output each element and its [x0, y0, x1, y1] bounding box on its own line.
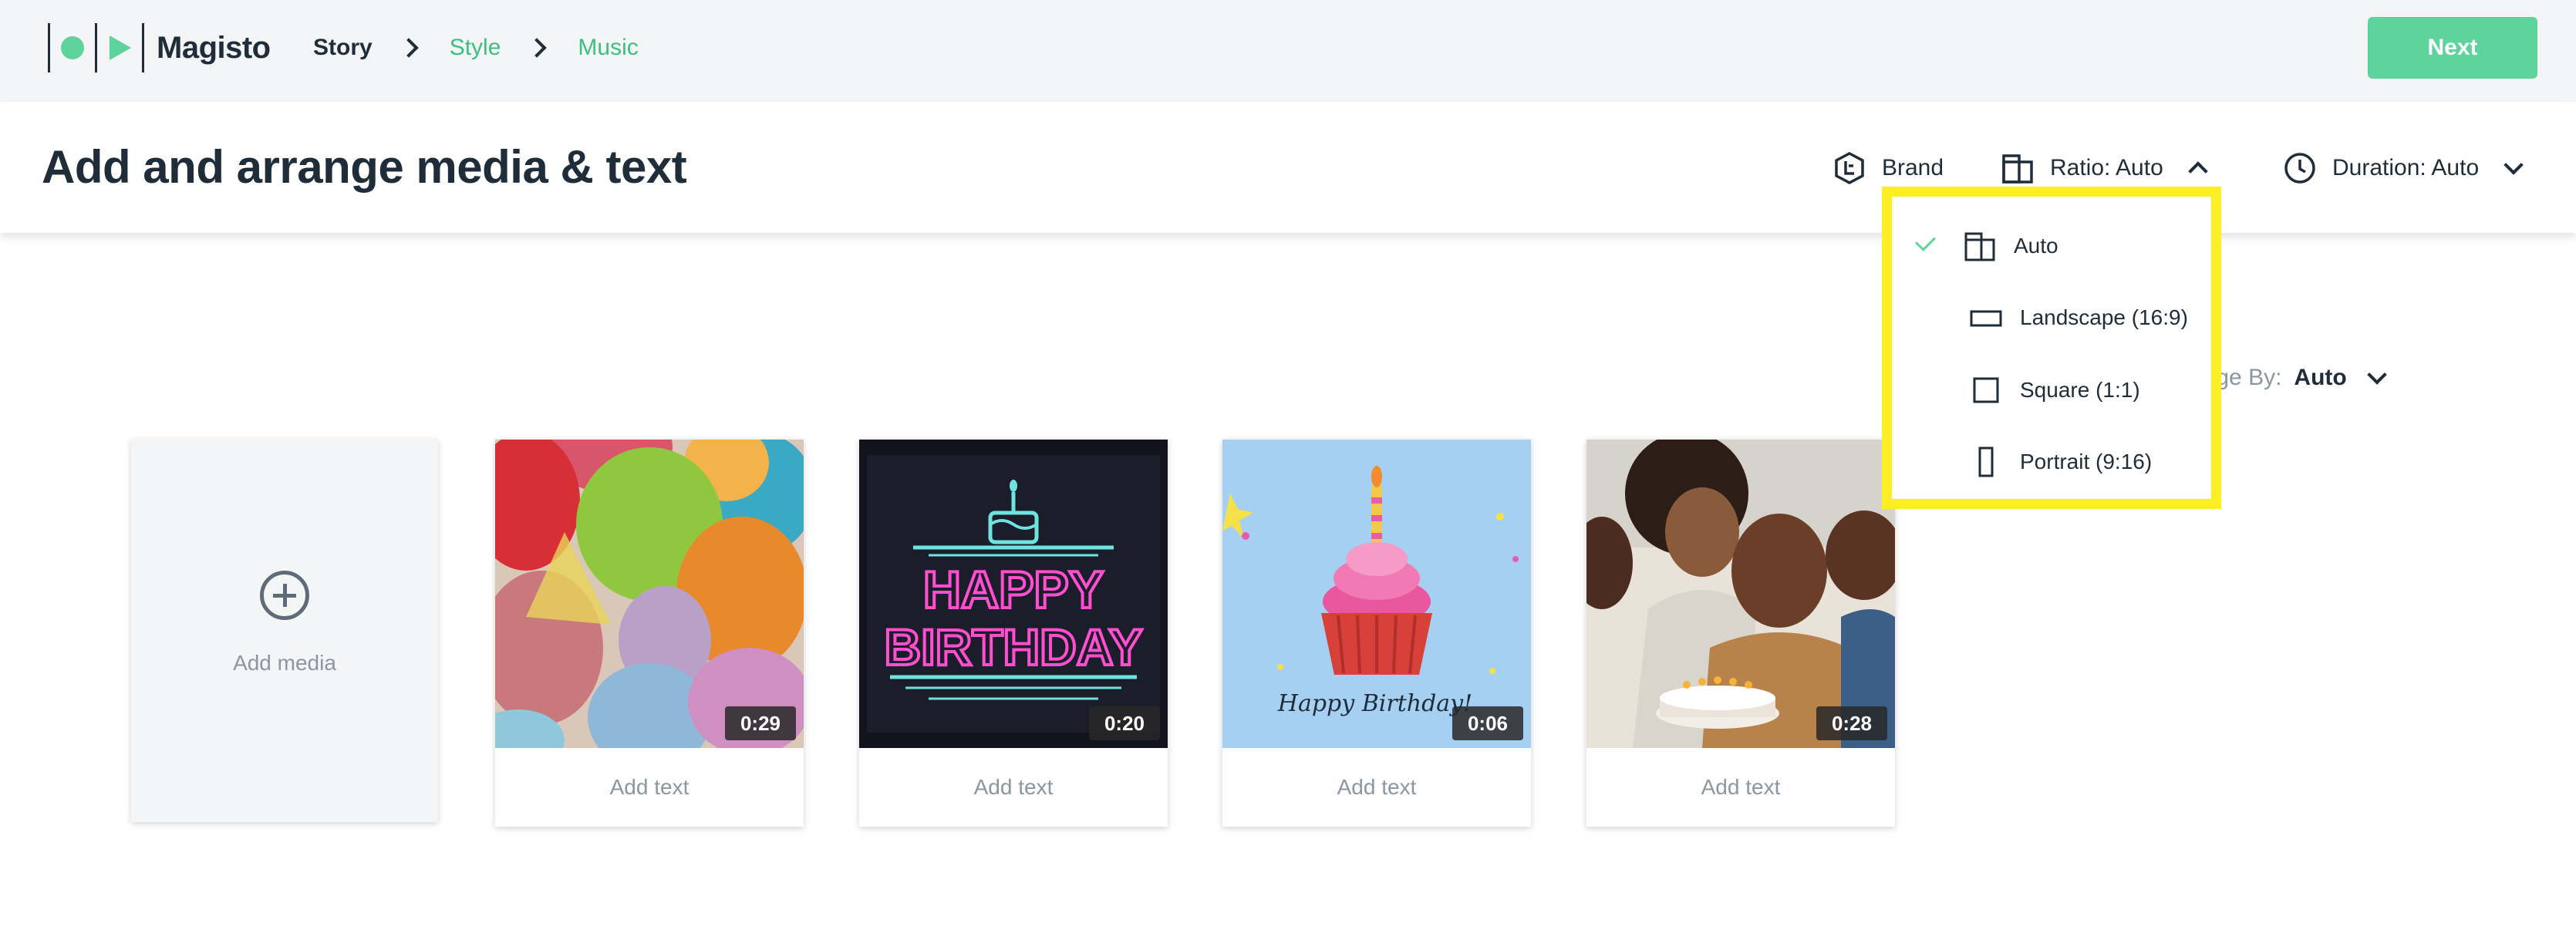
ratio-dropdown[interactable]: Ratio: Auto: [2001, 145, 2208, 191]
logo-bar: [95, 23, 97, 72]
magisto-logo[interactable]: Magisto: [48, 23, 271, 72]
auto-ratio-icon: [1963, 229, 1997, 263]
landscape-icon: [1969, 301, 2003, 335]
add-text-button[interactable]: Add text: [1586, 748, 1895, 827]
next-button[interactable]: Next: [2368, 17, 2537, 79]
ratio-option-landscape[interactable]: Landscape (16:9): [1892, 295, 2211, 341]
arrange-by-value: Auto: [2294, 365, 2347, 390]
media-card[interactable]: Happy Birthday! 0:06 Add text: [1222, 440, 1531, 827]
brand-label: Brand: [1882, 155, 1944, 180]
add-text-button[interactable]: Add text: [495, 748, 804, 827]
neon-sign-line-1: HAPPY: [923, 561, 1104, 619]
chevron-right-icon: [527, 38, 548, 58]
logo-play-icon: [110, 35, 131, 60]
logo-bar: [142, 23, 144, 72]
chevron-right-icon: [398, 38, 419, 58]
chevron-down-icon: [2504, 155, 2524, 175]
duration-dropdown[interactable]: Duration: Auto: [2283, 145, 2524, 191]
chevron-down-icon: [2367, 365, 2387, 385]
family-image: [1586, 440, 1895, 748]
top-bar: Magisto Story Style Music Next: [0, 0, 2576, 102]
media-card[interactable]: 0:29 Add text: [495, 440, 804, 827]
portrait-icon: [1969, 445, 2003, 479]
logo-wordmark: Magisto: [157, 30, 271, 65]
media-card[interactable]: 0:28 Add text: [1586, 440, 1895, 827]
square-icon: [1969, 373, 2003, 407]
media-thumbnail-neon[interactable]: HAPPY BIRTHDAY 0:20: [859, 440, 1168, 748]
brand-icon: [1835, 152, 1864, 184]
add-circle-icon: [260, 571, 309, 620]
clock-icon: [2284, 153, 2315, 184]
duration-badge: 0:20: [1088, 706, 1160, 740]
chevron-up-icon: [2188, 161, 2208, 181]
media-card[interactable]: HAPPY BIRTHDAY 0:20 Add text: [859, 440, 1168, 827]
logo-dot-icon: [61, 36, 84, 59]
duration-badge: 0:28: [1816, 706, 1887, 740]
balloons-image: [495, 440, 804, 748]
ratio-option-label: Square (1:1): [2020, 378, 2140, 402]
breadcrumb: Story Style Music: [313, 31, 639, 65]
duration-badge: 0:29: [724, 706, 796, 740]
duration-label: Duration: Auto: [2332, 155, 2480, 180]
ratio-label: Ratio: Auto: [2050, 155, 2163, 180]
ratio-option-auto[interactable]: Auto: [1892, 223, 2211, 269]
ratio-option-portrait[interactable]: Portrait (9:16): [1892, 439, 2211, 485]
ratio-option-square[interactable]: Square (1:1): [1892, 367, 2211, 413]
media-thumbnail-cupcake[interactable]: Happy Birthday! 0:06: [1222, 440, 1531, 748]
ratio-option-label: Landscape (16:9): [2020, 305, 2188, 329]
ratio-dropdown-menu: Auto Landscape (16:9) Square (1:1) Portr…: [1882, 187, 2221, 509]
brand-button[interactable]: Brand: [1833, 145, 1944, 191]
media-thumbnail-balloons[interactable]: 0:29: [495, 440, 804, 748]
breadcrumb-music[interactable]: Music: [578, 35, 638, 61]
page-title: Add and arrange media & text: [42, 141, 687, 193]
duration-badge: 0:06: [1452, 706, 1523, 740]
neon-birthday-image: HAPPY BIRTHDAY: [859, 440, 1168, 748]
add-media-label: Add media: [233, 651, 336, 675]
cupcake-caption: Happy Birthday!: [1277, 690, 1472, 717]
logo-bar: [48, 23, 50, 72]
add-media-button[interactable]: Add media: [131, 440, 438, 822]
breadcrumb-style[interactable]: Style: [450, 35, 501, 61]
checkmark-icon: [1915, 231, 1936, 251]
add-text-button[interactable]: Add text: [859, 748, 1168, 827]
add-text-button[interactable]: Add text: [1222, 748, 1531, 827]
cupcake-image: Happy Birthday!: [1222, 440, 1531, 748]
neon-sign-line-2: BIRTHDAY: [885, 618, 1143, 676]
media-thumbnail-family[interactable]: 0:28: [1586, 440, 1895, 748]
ratio-option-label: Portrait (9:16): [2020, 450, 2153, 473]
ratio-icon: [2002, 154, 2033, 184]
breadcrumb-story[interactable]: Story: [313, 35, 373, 61]
ratio-option-label: Auto: [2014, 234, 2058, 258]
